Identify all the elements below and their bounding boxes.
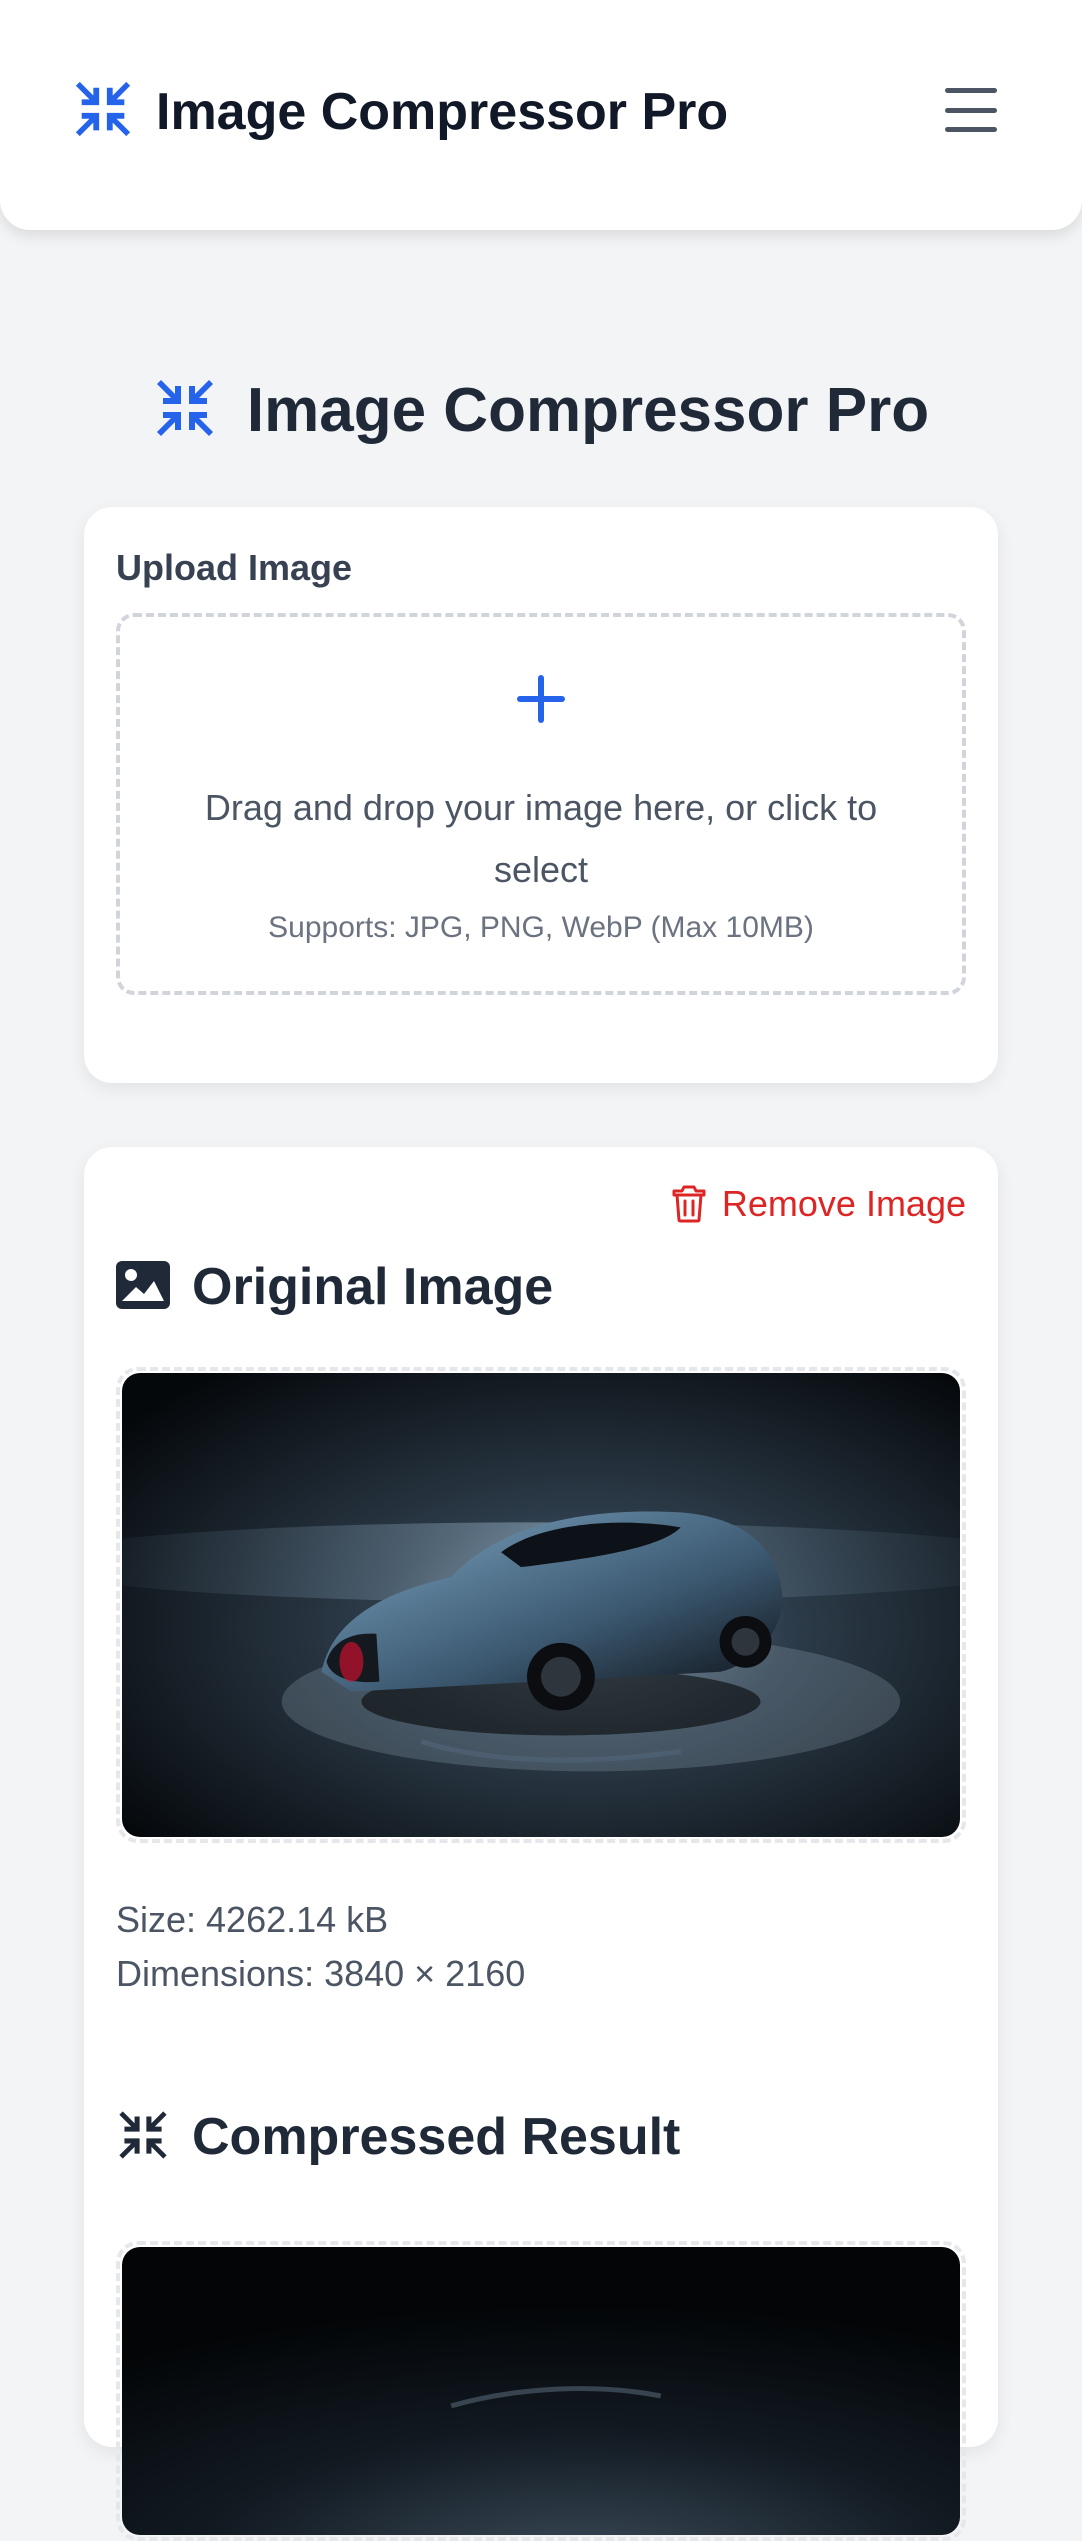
menu-bar bbox=[945, 127, 997, 132]
compress-icon bbox=[72, 78, 134, 145]
original-dimensions-text: Dimensions: 3840 × 2160 bbox=[116, 1953, 526, 1994]
page-heading: Image Compressor Pro bbox=[0, 375, 1082, 446]
original-image-heading: Original Image bbox=[116, 1257, 553, 1317]
image-icon bbox=[116, 1260, 170, 1314]
supported-formats-text: Supports: JPG, PNG, WebP (Max 10MB) bbox=[268, 911, 814, 944]
trash-icon bbox=[672, 1185, 706, 1223]
compressed-result-heading: Compressed Result bbox=[116, 2107, 680, 2167]
compressed-image-preview bbox=[122, 2247, 960, 2535]
app-title: Image Compressor Pro bbox=[156, 82, 729, 141]
upload-card: Upload Image Drag and drop your image he… bbox=[84, 507, 998, 1083]
compress-icon bbox=[116, 2108, 170, 2167]
menu-bar bbox=[945, 107, 997, 113]
compressed-result-title: Compressed Result bbox=[192, 2108, 681, 2166]
remove-image-button[interactable]: Remove Image bbox=[672, 1183, 966, 1225]
original-size-text: Size: 4262.14 kB bbox=[116, 1899, 389, 1940]
dropzone-text: Drag and drop your image here, or click … bbox=[204, 787, 878, 890]
upload-dropzone[interactable]: Drag and drop your image here, or click … bbox=[116, 613, 966, 995]
remove-image-label: Remove Image bbox=[721, 1183, 966, 1224]
original-image-preview bbox=[122, 1373, 960, 1837]
upload-label: Upload Image bbox=[116, 547, 353, 588]
compressed-image-frame bbox=[116, 2241, 966, 2541]
compress-icon bbox=[153, 376, 217, 445]
app-header: Image Compressor Pro bbox=[0, 0, 1082, 230]
menu-bar bbox=[945, 88, 997, 93]
plus-icon bbox=[515, 673, 567, 725]
result-card: Remove Image Original Image Size: 4262.1… bbox=[84, 1147, 998, 2541]
original-image-title: Original Image bbox=[192, 1258, 554, 1316]
original-image-meta: Size: 4262.14 kB Dimensions: 3840 × 2160 bbox=[116, 1893, 525, 2001]
brand[interactable]: Image Compressor Pro bbox=[72, 78, 728, 145]
hamburger-menu-icon[interactable] bbox=[942, 84, 1000, 136]
page-title: Image Compressor Pro bbox=[246, 376, 930, 445]
original-image-frame bbox=[116, 1367, 966, 1843]
